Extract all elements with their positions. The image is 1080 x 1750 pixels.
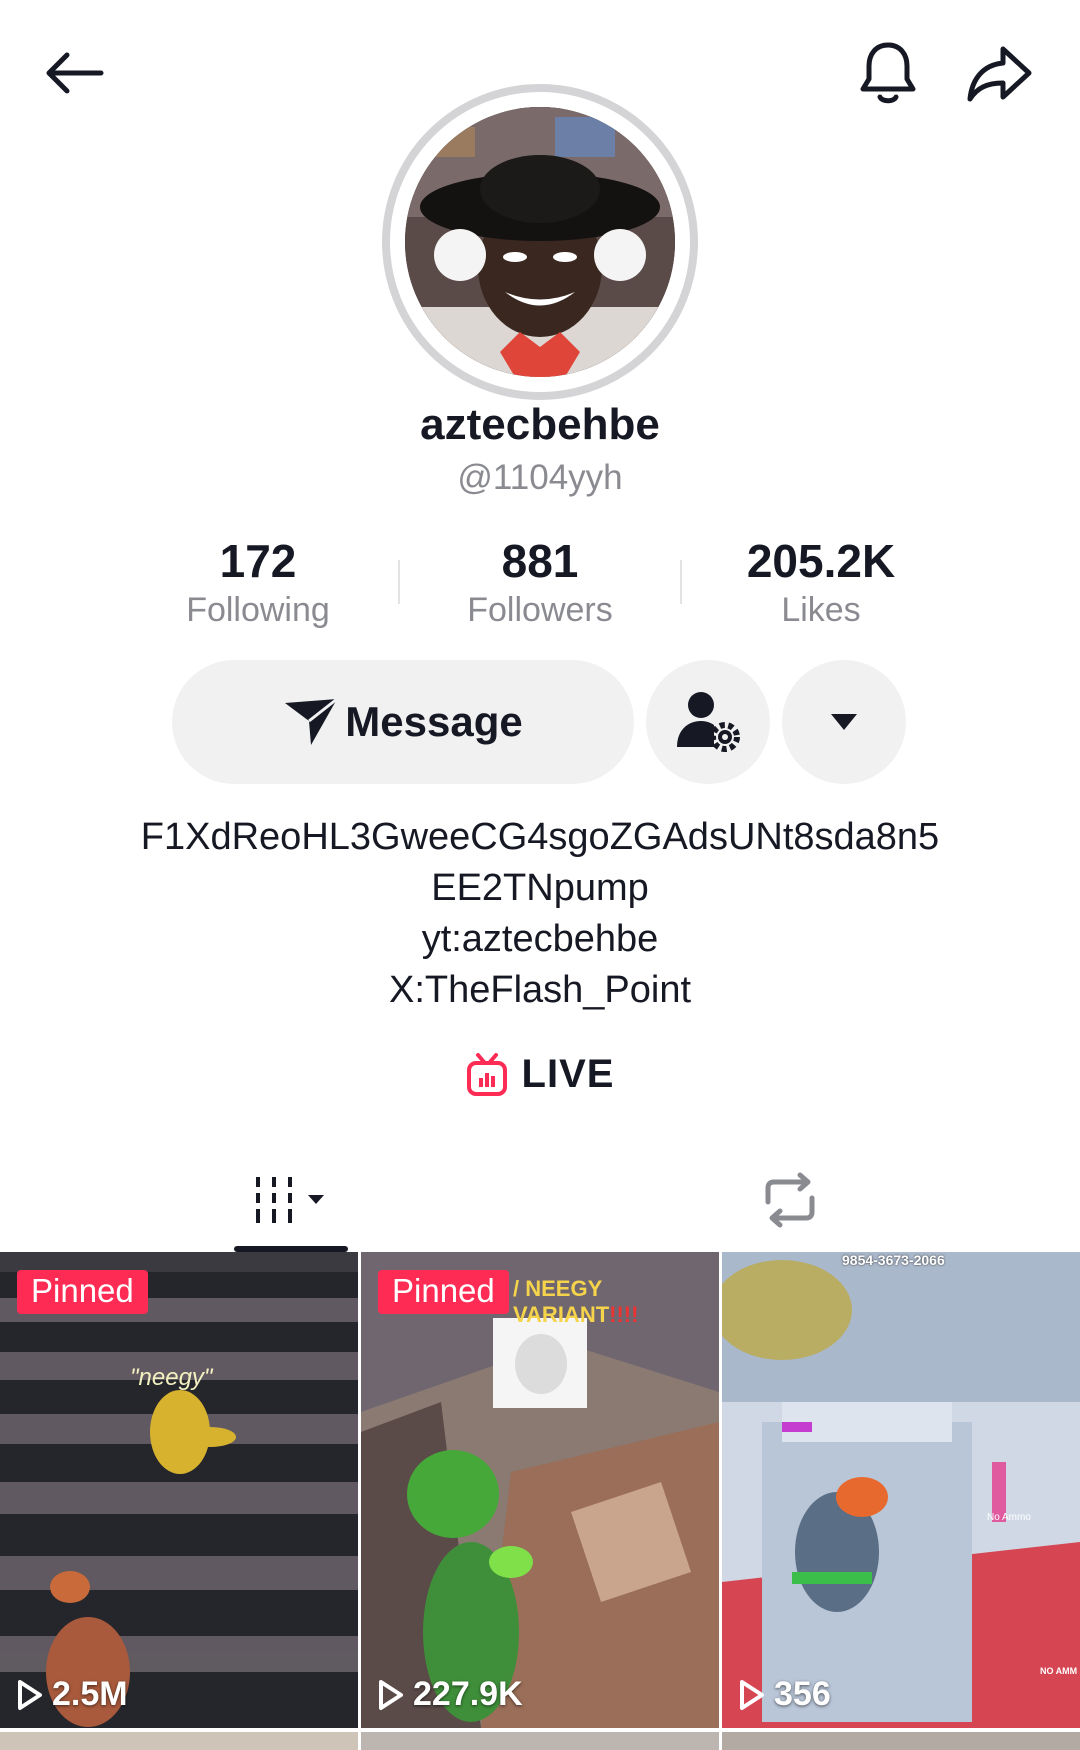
display-name: aztecbehbe: [420, 400, 660, 449]
avatar: [405, 107, 675, 377]
video-caption: "neegy": [130, 1364, 213, 1391]
likes-label: Likes: [781, 591, 861, 629]
play-icon: [740, 1679, 764, 1710]
video-caption-word: VARIANT: [513, 1302, 610, 1327]
video-grid: "neegy" Pinned 2.5M / NEEGY VARIANT!!!! …: [0, 1252, 1080, 1750]
bio-line: yt:aztecbehbe: [421, 918, 659, 960]
followers-label: Followers: [467, 591, 613, 629]
view-count: 227.9K: [377, 1675, 523, 1714]
followers-count: 881: [501, 535, 579, 587]
bio-line: X:TheFlash_Point: [388, 969, 692, 1011]
user-settings-icon: [677, 692, 740, 752]
hud-text: No Ammo: [987, 1512, 1031, 1523]
content-tabs: [0, 1150, 1080, 1252]
video-thumbnail-partial[interactable]: [0, 1732, 358, 1750]
video-caption: / NEEGY VARIANT!!!!: [513, 1276, 638, 1328]
bio-line: EE2TNpump: [431, 867, 649, 909]
share-button[interactable]: [955, 28, 1045, 118]
likes-stat[interactable]: 205.2K Likes: [671, 532, 971, 630]
message-button[interactable]: Message: [172, 660, 634, 784]
more-dropdown-button[interactable]: [782, 660, 906, 784]
stats-divider: [398, 560, 400, 604]
video-caption-line: VARIANT!!!!: [513, 1302, 638, 1328]
caret-down-icon: [831, 714, 857, 730]
live-link[interactable]: LIVE: [0, 1052, 1080, 1097]
avatar-image: [405, 107, 675, 377]
bell-icon: [860, 42, 916, 104]
live-label: LIVE: [521, 1052, 615, 1096]
video-thumbnail[interactable]: "neegy" Pinned 2.5M: [0, 1252, 358, 1728]
play-icon: [18, 1679, 42, 1710]
video-thumbnail-partial[interactable]: [361, 1732, 719, 1750]
profile-actions: Message: [0, 660, 1080, 784]
videos-grid-icon: [256, 1177, 324, 1223]
back-arrow-icon: [46, 52, 104, 94]
tab-reposts[interactable]: [700, 1150, 880, 1250]
view-count-value: 227.9K: [413, 1675, 523, 1713]
view-count: 2.5M: [16, 1675, 128, 1714]
likes-count: 205.2K: [746, 535, 896, 587]
username-handle: @1104yyh: [457, 458, 623, 497]
following-count: 172: [219, 535, 297, 587]
bio-line: F1XdReoHL3GweeCG4sgoZGAdsUNt8sda8n5: [140, 816, 940, 858]
video-caption-line: / NEEGY: [513, 1276, 603, 1301]
repost-icon: [765, 1172, 815, 1228]
video-thumbnail-image: [0, 1252, 358, 1728]
video-thumbnail-image: [722, 1252, 1080, 1728]
tv-live-icon: [466, 1052, 507, 1096]
avatar-ring[interactable]: [382, 84, 698, 400]
share-icon: [967, 46, 1032, 102]
user-settings-button[interactable]: [646, 660, 770, 784]
following-label: Following: [186, 591, 330, 629]
notification-bell-button[interactable]: [843, 28, 933, 118]
video-thumbnail[interactable]: 9854-3673-2066 No Ammo NO AMM 356: [722, 1252, 1080, 1728]
island-code: 9854-3673-2066: [842, 1252, 945, 1268]
stats-divider: [680, 560, 682, 604]
view-count-value: 356: [774, 1675, 831, 1713]
tab-videos[interactable]: [200, 1150, 380, 1250]
video-thumbnail-partial[interactable]: [722, 1732, 1080, 1750]
video-caption-marks: !!!!: [609, 1302, 639, 1327]
send-icon: [285, 697, 339, 745]
following-stat[interactable]: 172 Following: [108, 532, 408, 630]
pinned-badge: Pinned: [17, 1270, 148, 1314]
video-thumbnail[interactable]: / NEEGY VARIANT!!!! Pinned 227.9K: [361, 1252, 719, 1728]
profile-stats: 172 Following 881 Followers 205.2K Likes: [0, 532, 1080, 632]
view-count: 356: [738, 1675, 831, 1714]
play-icon: [379, 1679, 403, 1710]
followers-stat[interactable]: 881 Followers: [390, 532, 690, 630]
message-label: Message: [345, 698, 523, 745]
pinned-badge: Pinned: [378, 1270, 509, 1314]
view-count-value: 2.5M: [52, 1675, 128, 1713]
hud-text: NO AMM: [1040, 1666, 1078, 1676]
back-button[interactable]: [28, 28, 118, 118]
profile-bio: F1XdReoHL3GweeCG4sgoZGAdsUNt8sda8n5 EE2T…: [0, 812, 1080, 1016]
